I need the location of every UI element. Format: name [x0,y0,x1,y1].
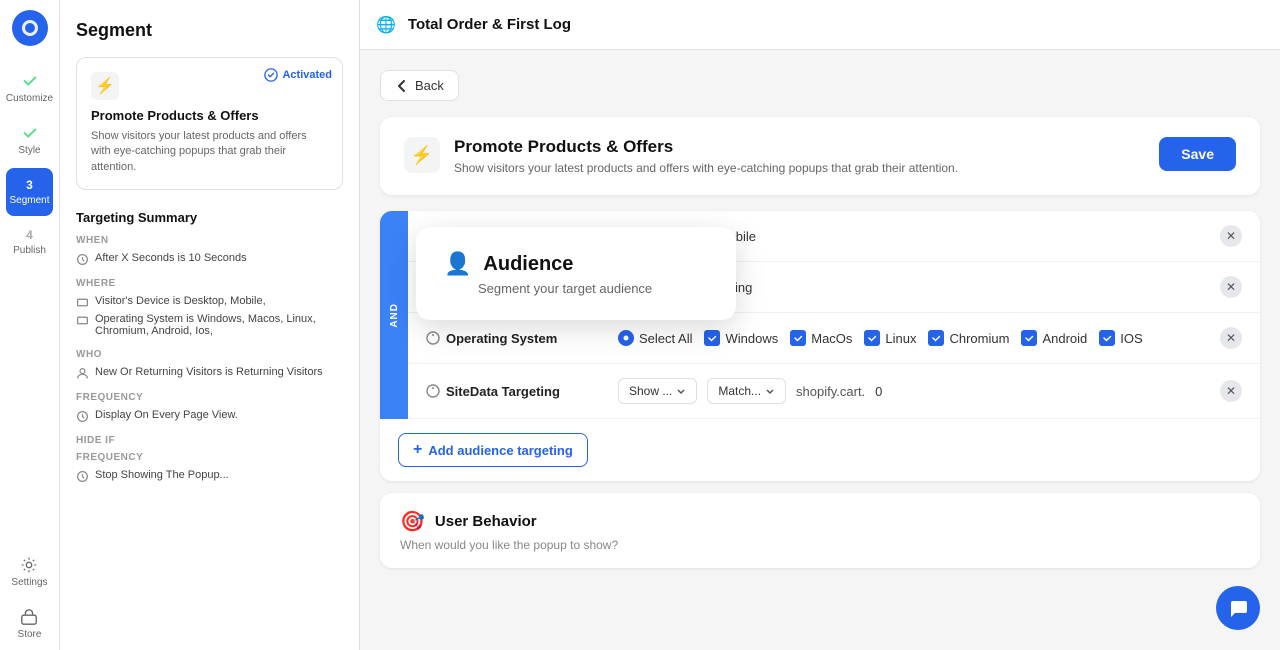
chromium-checkbox[interactable]: Chromium [928,330,1009,346]
match-dropdown[interactable]: Match... [707,378,786,404]
segment-card-title: Promote Products & Offers [91,108,328,123]
ios-checkbox[interactable]: IOS [1099,330,1142,346]
sidebar: Segment Activated ⚡ Promote Products & O… [60,0,360,650]
audience-popup-title: Audience [483,253,573,276]
sidebar-item-settings[interactable]: Settings [11,546,47,598]
windows-checkbox[interactable]: Windows [704,330,778,346]
sidebar-item-customize[interactable]: Customize [0,62,59,114]
user-behavior-section: 🎯 User Behavior When would you like the … [380,493,1260,568]
operating-system-row: Operating System Select All Windows [408,313,1260,364]
segment-area: 👤 Audience Segment your target audience … [380,211,1260,568]
add-audience-button[interactable]: + Add audience targeting [398,433,588,467]
main-content: 🌐 Total Order & First Log Back ⚡ Promote… [360,0,1280,650]
top-bar: 🌐 Total Order & First Log [360,0,1280,50]
sidebar-title: Segment [76,20,343,41]
summary-where: WHERE Visitor's Device is Desktop, Mobil… [76,278,343,337]
show-dropdown[interactable]: Show ... [618,378,697,404]
android-checkbox[interactable]: Android [1021,330,1087,346]
app-logo[interactable] [12,10,48,46]
linux-checkbox[interactable]: Linux [864,330,916,346]
campaign-lightning-icon: ⚡ [404,137,440,173]
and-bar: AND [380,211,408,419]
behavior-subtitle: When would you like the popup to show? [400,538,1240,552]
summary-when: WHEN After X Seconds is 10 Seconds [76,235,343,266]
campaign-title: Promote Products & Offers [454,137,958,157]
audience-popup: 👤 Audience Segment your target audience [416,227,736,320]
segment-card: Activated ⚡ Promote Products & Offers Sh… [76,57,343,190]
summary-hide-if: Hide if FREQUENCY Stop Showing The Popup… [76,435,343,483]
summary-who: WHO New Or Returning Visitors is Returni… [76,349,343,380]
remove-sitedata[interactable]: ✕ [1220,380,1242,402]
campaign-desc: Show visitors your latest products and o… [454,161,958,175]
remove-visitor-devices[interactable]: ✕ [1220,225,1242,247]
sidebar-item-segment[interactable]: 3 Segment [6,168,53,216]
sitedata-key: shopify.cart. [796,384,865,399]
globe-icon: 🌐 [376,15,396,35]
icon-bar: Customize Style 3 Segment 4 Publish Sett… [0,0,60,650]
remove-operating-system[interactable]: ✕ [1220,327,1242,349]
behavior-icon: 🎯 [400,509,425,534]
activated-badge: Activated [264,68,332,82]
sidebar-item-publish[interactable]: 4 Publish [0,218,59,266]
targeting-summary-title: Targeting Summary [76,210,343,225]
save-button[interactable]: Save [1159,137,1236,171]
page-title: Total Order & First Log [408,16,571,33]
segment-card-desc: Show visitors your latest products and o… [91,129,328,175]
sidebar-item-style[interactable]: Style [0,114,59,166]
campaign-card: ⚡ Promote Products & Offers Show visitor… [380,117,1260,195]
select-all-radio[interactable]: Select All [618,330,692,346]
macos-checkbox[interactable]: MacOs [790,330,852,346]
chat-button[interactable] [1216,586,1260,630]
summary-when-item: After X Seconds is 10 Seconds [76,252,343,266]
sitedata-row: SiteData Targeting Show ... Match... [408,364,1260,419]
back-button[interactable]: Back [380,70,459,101]
audience-icon: 👤 [444,251,471,277]
audience-popup-subtitle: Segment your target audience [478,281,708,296]
behavior-title: User Behavior [435,513,537,530]
remove-new-returning[interactable]: ✕ [1220,276,1242,298]
content-area: Back ⚡ Promote Products & Offers Show vi… [360,50,1280,588]
lightning-icon: ⚡ [91,72,119,100]
sitedata-number: 0 [875,384,882,399]
sidebar-item-store[interactable]: Store [11,598,47,650]
summary-frequency: FREQUENCY Display On Every Page View. [76,392,343,423]
